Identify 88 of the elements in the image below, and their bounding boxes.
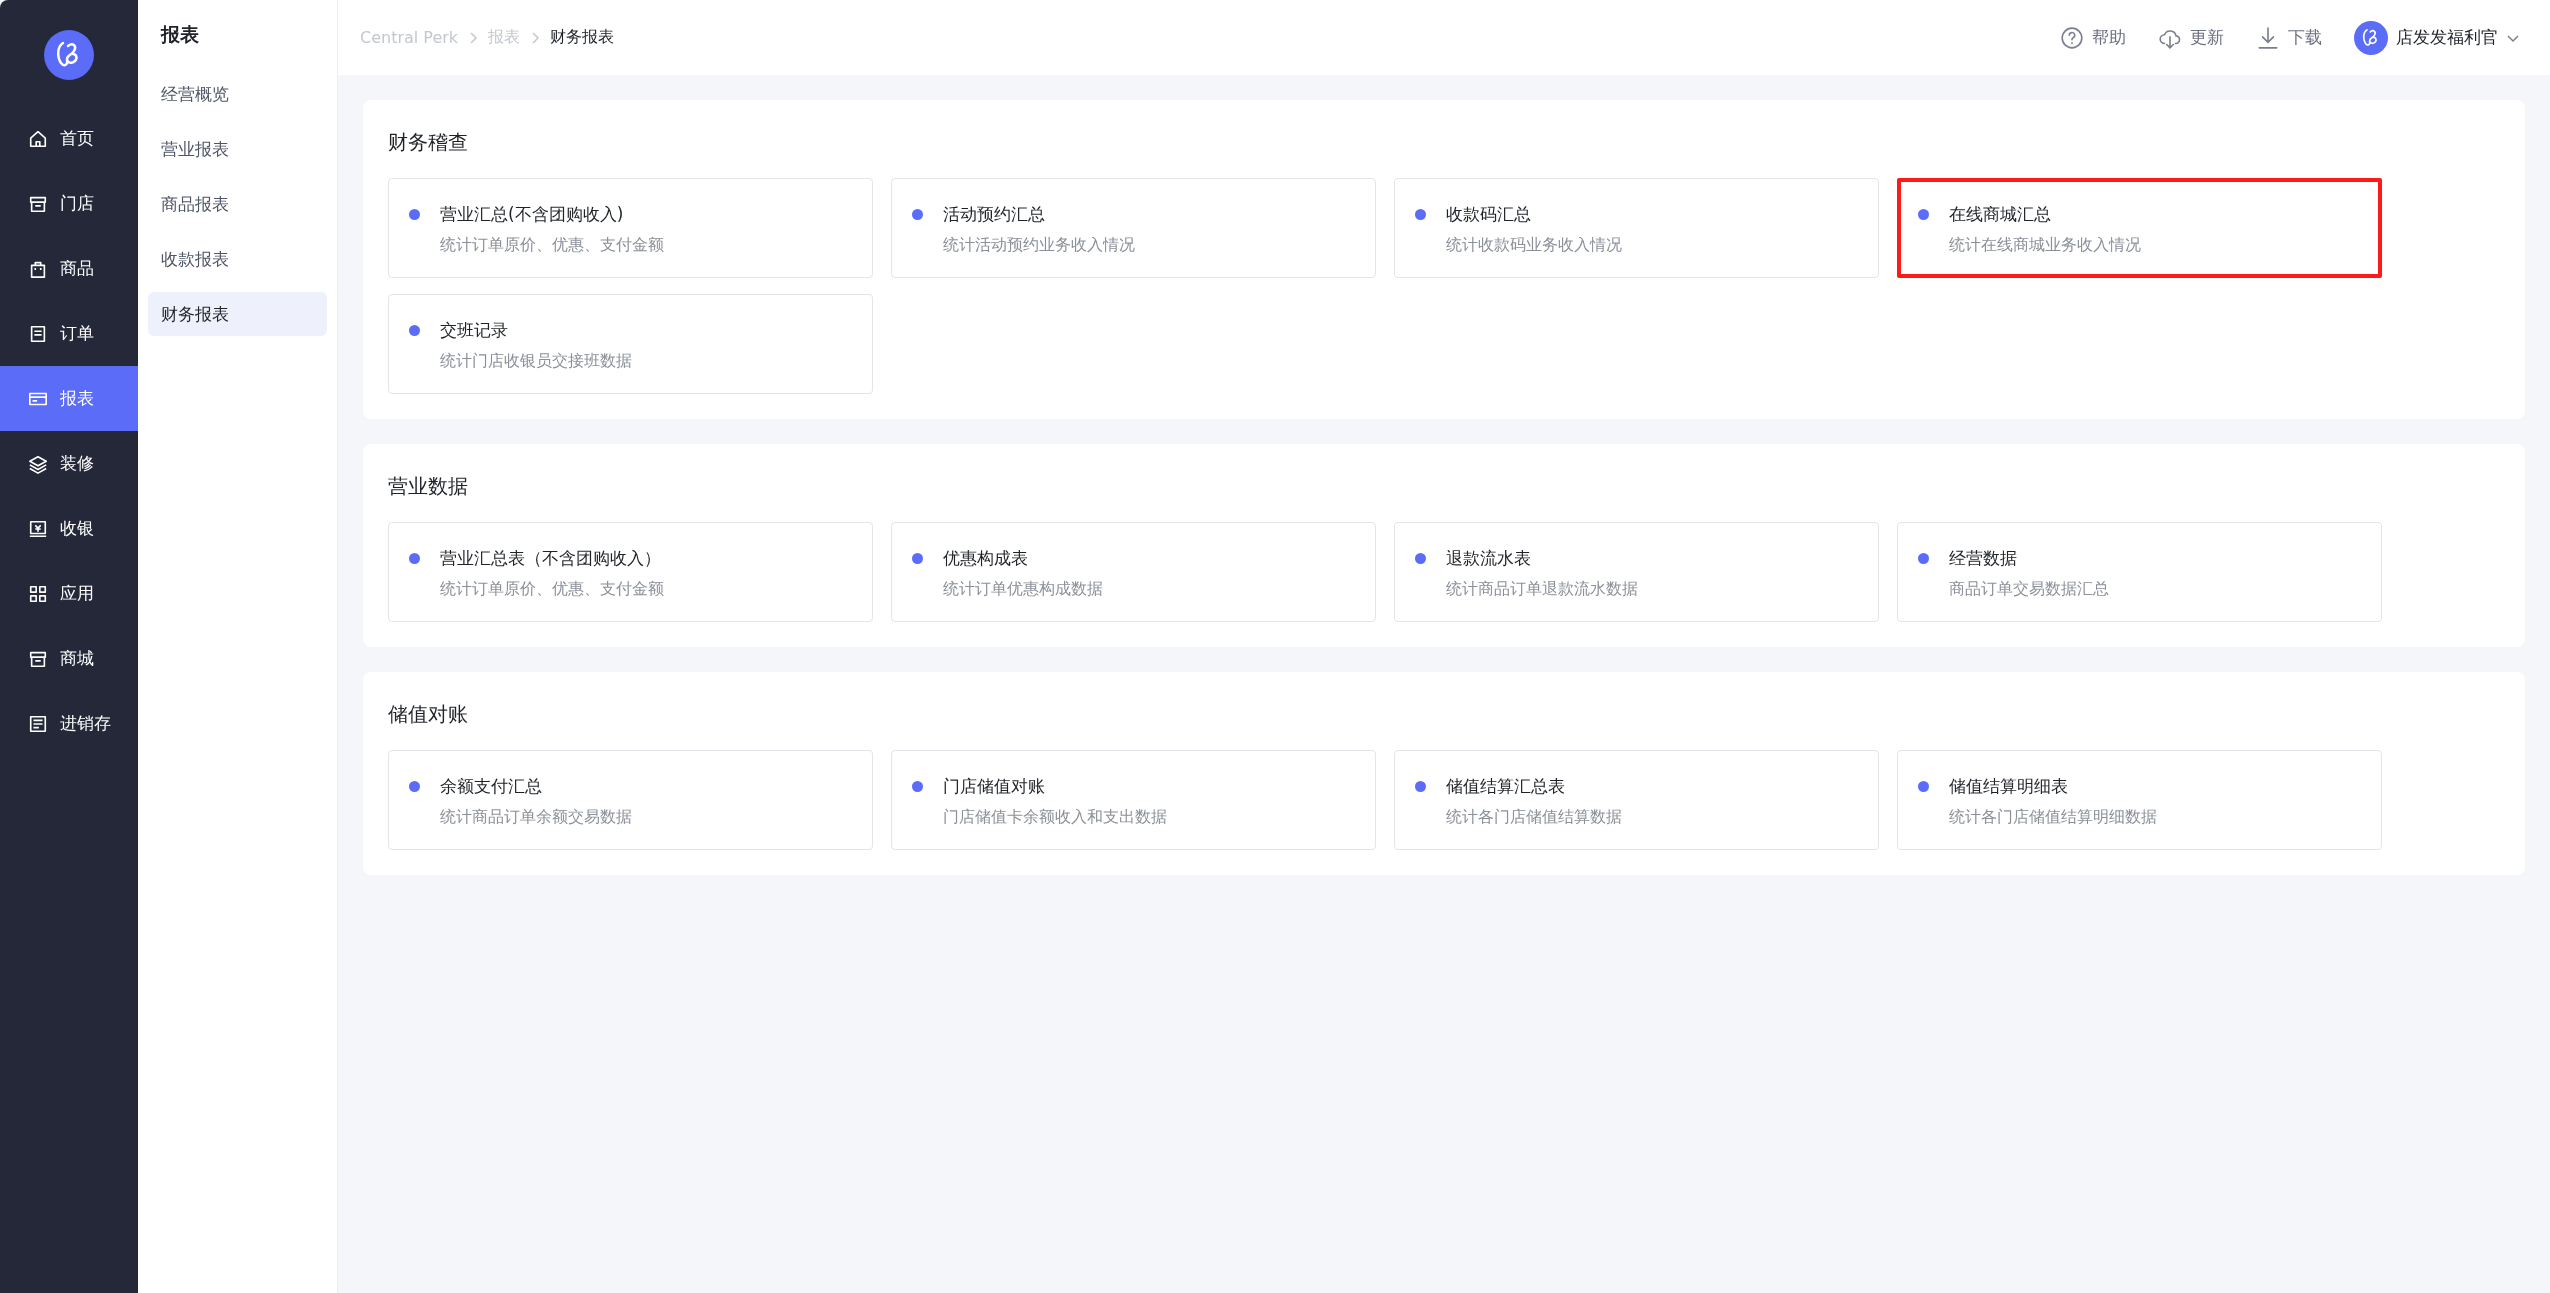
header-action-button[interactable]: 帮助: [2060, 25, 2126, 50]
card-title: 经营数据: [1949, 547, 2018, 570]
nav-item[interactable]: 门店: [0, 171, 138, 236]
card-description: 统计订单优惠构成数据: [943, 579, 1103, 600]
help-icon: [2060, 25, 2084, 50]
card-description: 门店储值卡余额收入和支出数据: [943, 807, 1167, 828]
bullet-icon: [912, 553, 923, 564]
section-title: 财务稽查: [388, 129, 469, 156]
bullet-icon: [1415, 209, 1426, 220]
card-title: 交班记录: [440, 319, 509, 342]
download-icon: [2256, 25, 2280, 50]
card-title: 门店储值对账: [943, 775, 1046, 798]
report-card[interactable]: 退款流水表 统计商品订单退款流水数据: [1394, 522, 1879, 622]
submenu-item[interactable]: 商品报表: [148, 182, 327, 226]
cash-register-icon: [28, 518, 48, 539]
submenu-item[interactable]: 收款报表: [148, 237, 327, 281]
bullet-icon: [912, 781, 923, 792]
header-action-button[interactable]: 下载: [2256, 25, 2322, 50]
card-description: 统计门店收银员交接班数据: [440, 351, 632, 372]
bullet-icon: [409, 325, 420, 336]
submenu-item[interactable]: 经营概览: [148, 72, 327, 116]
avatar-icon: [2354, 20, 2388, 55]
nav-item[interactable]: 商品: [0, 236, 138, 301]
card-title: 储值结算汇总表: [1446, 775, 1566, 798]
card-title: 退款流水表: [1446, 547, 1532, 570]
header-action-button[interactable]: 更新: [2158, 25, 2224, 50]
submenu-title: 报表: [159, 22, 200, 47]
report-card[interactable]: 储值结算汇总表 统计各门店储值结算数据: [1394, 750, 1879, 850]
report-card[interactable]: 余额支付汇总 统计商品订单余额交易数据: [388, 750, 873, 850]
nav-item[interactable]: 首页: [0, 106, 138, 171]
card-description: 统计活动预约业务收入情况: [943, 235, 1135, 256]
logo-icon: [44, 30, 94, 80]
bullet-icon: [409, 781, 420, 792]
card-title: 在线商城汇总: [1949, 203, 2052, 226]
nav-item[interactable]: 商城: [0, 626, 138, 691]
card-description: 统计商品订单退款流水数据: [1446, 579, 1638, 600]
report-card[interactable]: 优惠构成表 统计订单优惠构成数据: [891, 522, 1376, 622]
card-title: 优惠构成表: [943, 547, 1029, 570]
home-icon: [28, 128, 48, 149]
nav-item[interactable]: 报表: [0, 366, 138, 431]
card-title: 储值结算明细表: [1949, 775, 2069, 798]
card-description: 统计收款码业务收入情况: [1446, 235, 1622, 256]
user-menu[interactable]: 店发发福利官: [2354, 20, 2520, 55]
report-card[interactable]: 活动预约汇总 统计活动预约业务收入情况: [891, 178, 1376, 278]
nav-item[interactable]: 进销存: [0, 691, 138, 756]
card-description: 统计各门店储值结算明细数据: [1949, 807, 2157, 828]
nav-item[interactable]: 应用: [0, 561, 138, 626]
card-description: 商品订单交易数据汇总: [1949, 579, 2109, 600]
chevron-down-icon: [2506, 32, 2520, 43]
nav-item[interactable]: 订单: [0, 301, 138, 366]
report-card[interactable]: 在线商城汇总 统计在线商城业务收入情况: [1897, 178, 2382, 278]
bullet-icon: [409, 209, 420, 220]
card-description: 统计订单原价、优惠、支付金额: [440, 579, 664, 600]
report-card[interactable]: 营业汇总表（不含团购收入） 统计订单原价、优惠、支付金额: [388, 522, 873, 622]
bullet-icon: [409, 553, 420, 564]
card-title: 余额支付汇总: [440, 775, 543, 798]
section-title: 营业数据: [388, 473, 469, 500]
section-title: 储值对账: [388, 701, 469, 728]
chevron-right-icon: [530, 30, 541, 45]
nav-item[interactable]: 收银: [0, 496, 138, 561]
grid-icon: [28, 583, 48, 604]
layers-icon: [28, 453, 48, 474]
nav-item[interactable]: 装修: [0, 431, 138, 496]
report-card[interactable]: 经营数据 商品订单交易数据汇总: [1897, 522, 2382, 622]
card-description: 统计商品订单余额交易数据: [440, 807, 632, 828]
bullet-icon: [1918, 553, 1929, 564]
report-card[interactable]: 储值结算明细表 统计各门店储值结算明细数据: [1897, 750, 2382, 850]
card-description: 统计在线商城业务收入情况: [1949, 235, 2141, 256]
report-card[interactable]: 营业汇总(不含团购收入) 统计订单原价、优惠、支付金额: [388, 178, 873, 278]
card-title: 营业汇总表（不含团购收入）: [440, 547, 662, 570]
card-title: 营业汇总(不含团购收入): [440, 203, 625, 226]
bullet-icon: [912, 209, 923, 220]
ledger-icon: [28, 713, 48, 734]
bullet-icon: [1918, 209, 1929, 220]
card-title: 收款码汇总: [1446, 203, 1532, 226]
bullet-icon: [1415, 781, 1426, 792]
bullet-icon: [1918, 781, 1929, 792]
card-title: 活动预约汇总: [943, 203, 1046, 226]
report-card[interactable]: 收款码汇总 统计收款码业务收入情况: [1394, 178, 1879, 278]
report-card[interactable]: 门店储值对账 门店储值卡余额收入和支出数据: [891, 750, 1376, 850]
document-icon: [28, 323, 48, 344]
card-description: 统计各门店储值结算数据: [1446, 807, 1622, 828]
submenu-item[interactable]: 营业报表: [148, 127, 327, 171]
report-card[interactable]: 交班记录 统计门店收银员交接班数据: [388, 294, 873, 394]
bullet-icon: [1415, 553, 1426, 564]
card-description: 统计订单原价、优惠、支付金额: [440, 235, 664, 256]
chevron-right-icon: [468, 30, 479, 45]
submenu-item[interactable]: 财务报表: [148, 292, 327, 336]
